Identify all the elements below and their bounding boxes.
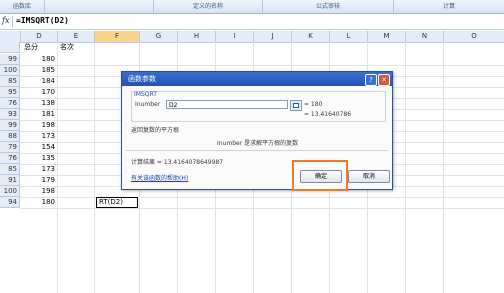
row-header[interactable]: 85 — [0, 76, 20, 87]
ribbon: 函数库 定义的名称 公式审核 计算 — [0, 0, 504, 14]
formula-bar-separator — [12, 16, 13, 27]
cancel-button[interactable]: 取消 — [348, 170, 390, 183]
function-args-group: IMSQRT Inumber D2 = 180 = 13.41640786 — [131, 91, 386, 122]
column-header-f[interactable]: F — [95, 31, 140, 43]
ribbon-group-formula-auditing[interactable]: 公式审核 — [263, 0, 394, 13]
cell-d[interactable]: 181 — [21, 109, 57, 120]
arg-label: Inumber — [135, 101, 161, 108]
formula-bar[interactable]: fx =IMSQRT(D2) — [0, 14, 504, 30]
fx-icon[interactable]: fx — [2, 16, 11, 26]
arg-result: = 180 — [304, 101, 323, 108]
column-header-k[interactable]: K — [292, 31, 330, 43]
row-header[interactable]: 88 — [0, 131, 20, 142]
cell-e-header[interactable]: 名次 — [60, 42, 74, 53]
formula-text[interactable]: =IMSQRT(D2) — [16, 16, 69, 25]
cell-d[interactable]: 180 — [21, 197, 57, 208]
column-header-j[interactable]: J — [254, 31, 292, 43]
row-header[interactable]: 100 — [0, 65, 20, 76]
column-header-h[interactable]: H — [178, 31, 216, 43]
ribbon-group-function-library[interactable]: 函数库 — [0, 0, 45, 13]
column-header-i[interactable]: I — [216, 31, 254, 43]
argument-description: Inumber 是求解平方根的复数 — [217, 140, 299, 147]
function-arguments-dialog: 函数参数 ? ✕ IMSQRT Inumber D2 = 180 = 13.41… — [121, 71, 393, 190]
cell-d[interactable]: 198 — [21, 186, 57, 197]
row-header[interactable]: 79 — [0, 142, 20, 153]
active-cell-f[interactable]: RT(D2) — [96, 197, 138, 208]
help-link[interactable]: 有关该函数的帮助(H) — [131, 173, 188, 182]
collapse-dialog-icon[interactable] — [290, 100, 302, 111]
close-icon[interactable]: ✕ — [378, 74, 390, 86]
row-header[interactable]: 76 — [0, 98, 20, 109]
cell-d[interactable]: 179 — [21, 175, 57, 186]
cell-d[interactable]: 173 — [21, 131, 57, 142]
column-header-g[interactable]: G — [140, 31, 178, 43]
cell-d[interactable]: 173 — [21, 164, 57, 175]
row-header[interactable]: 85 — [0, 164, 20, 175]
help-icon[interactable]: ? — [365, 74, 377, 86]
cell-d-header[interactable]: 总分 — [24, 42, 38, 53]
row-header[interactable]: 99 — [0, 120, 20, 131]
row-header[interactable]: 76 — [0, 153, 20, 164]
function-name: IMSQRT — [134, 91, 157, 98]
cell-d[interactable]: 198 — [21, 120, 57, 131]
cell-d[interactable]: 180 — [21, 54, 57, 65]
cell-d[interactable]: 184 — [21, 76, 57, 87]
function-description: 返回复数的平方根 — [131, 127, 180, 134]
cell-d[interactable]: 170 — [21, 87, 57, 98]
cell-d[interactable]: 185 — [21, 65, 57, 76]
column-header-n[interactable]: N — [406, 31, 444, 43]
ribbon-group-spacer — [45, 0, 154, 13]
column-header-l[interactable]: L — [330, 31, 368, 43]
column-header-m[interactable]: M — [368, 31, 406, 43]
ribbon-group-defined-names[interactable]: 定义的名称 — [154, 0, 263, 13]
cell-d[interactable]: 135 — [21, 153, 57, 164]
row-header[interactable]: 95 — [0, 87, 20, 98]
row-header[interactable]: 99 — [0, 54, 20, 65]
row-header-blank[interactable] — [0, 42, 20, 53]
ribbon-group-calculation[interactable]: 计算 — [394, 0, 504, 13]
cell-d[interactable]: 138 — [21, 98, 57, 109]
function-result-preview: = 13.41640786 — [304, 111, 352, 118]
ok-button-highlight — [292, 160, 348, 191]
row-header[interactable]: 100 — [0, 186, 20, 197]
cell-d[interactable]: 154 — [21, 142, 57, 153]
row-header[interactable]: 91 — [0, 175, 20, 186]
calc-result: 计算结果 = 13.4164078649987 — [131, 159, 224, 166]
dialog-title: 函数参数 — [128, 75, 156, 83]
column-header-o[interactable]: O — [444, 31, 504, 43]
dialog-titlebar[interactable]: 函数参数 ? ✕ — [122, 72, 392, 86]
row-header[interactable]: 93 — [0, 109, 20, 120]
divider — [126, 150, 388, 151]
row-header[interactable]: 94 — [0, 197, 20, 208]
inumber-input[interactable]: D2 — [166, 100, 288, 109]
